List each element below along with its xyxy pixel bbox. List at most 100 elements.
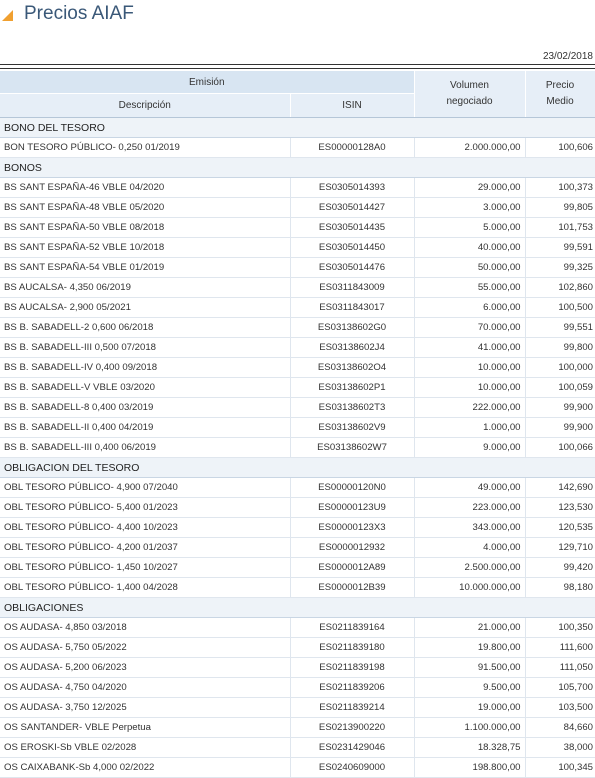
isin-cell: ES0305014450 xyxy=(290,237,415,258)
section-row: OBLIGACIONES xyxy=(0,597,595,618)
volume-cell: 19.000,00 xyxy=(414,697,526,718)
triangle-corner-icon xyxy=(2,10,13,21)
price-cell: 99,900 xyxy=(525,397,595,418)
volume-cell: 19.800,00 xyxy=(414,637,526,658)
description-cell: OS AUDASA- 4,850 03/2018 xyxy=(0,617,291,638)
price-cell: 103,500 xyxy=(525,697,595,718)
volume-cell: 40.000,00 xyxy=(414,237,526,258)
table-row: BS SANT ESPAÑA-48 VBLE 05/2020 ES03050144… xyxy=(0,197,595,218)
isin-cell: ES03138602V9 xyxy=(290,417,415,438)
volume-cell: 4.000,00 xyxy=(414,537,526,558)
table-row: OS AUDASA- 5,200 06/2023 ES0211839198 91.5… xyxy=(0,657,595,678)
table-row: OBL TESORO PÚBLICO- 4,900 07/2040 ES00000… xyxy=(0,477,595,498)
price-cell: 99,900 xyxy=(525,417,595,438)
description-cell: OBL TESORO PÚBLICO- 1,400 04/2028 xyxy=(0,577,291,598)
isin-cell: ES03138602O4 xyxy=(290,357,415,378)
price-cell: 120,535 xyxy=(525,517,595,538)
volume-cell: 50.000,00 xyxy=(414,257,526,278)
volume-cell: 21.000,00 xyxy=(414,617,526,638)
price-cell: 99,420 xyxy=(525,557,595,578)
volume-cell: 2.000.000,00 xyxy=(414,137,526,158)
isin-cell: ES0211839206 xyxy=(290,677,415,698)
isin-cell: ES0211839180 xyxy=(290,637,415,658)
isin-cell: ES0213900220 xyxy=(290,717,415,738)
table-row: BON TESORO PÚBLICO- 0,250 01/2019 ES00000… xyxy=(0,137,595,158)
table-row: OS AUDASA- 4,750 04/2020 ES0211839206 9.50… xyxy=(0,677,595,698)
price-cell: 100,373 xyxy=(525,177,595,198)
isin-cell: ES0211839164 xyxy=(290,617,415,638)
description-cell: OS SANTANDER- VBLE Perpetua xyxy=(0,717,291,738)
description-cell: BS B. SABADELL-8 0,400 03/2019 xyxy=(0,397,291,418)
description-cell: BS B. SABADELL-2 0,600 06/2018 xyxy=(0,317,291,338)
price-cell: 100,066 xyxy=(525,437,595,458)
table-row: BS SANT ESPAÑA-50 VBLE 08/2018 ES03050144… xyxy=(0,217,595,238)
precio-header-line2: Medio xyxy=(546,96,574,107)
table-row: BS AUCALSA- 4,350 06/2019 ES0311843009 55.… xyxy=(0,277,595,298)
description-cell: OBL TESORO PÚBLICO- 4,200 01/2037 xyxy=(0,537,291,558)
isin-cell: ES0211839198 xyxy=(290,657,415,678)
description-cell: BON TESORO PÚBLICO- 0,250 01/2019 xyxy=(0,137,291,158)
volume-cell: 343.000,00 xyxy=(414,517,526,538)
table-row: BS B. SABADELL-III 0,400 06/2019 ES031386… xyxy=(0,437,595,458)
volumen-header: Volumen negociado xyxy=(414,71,526,118)
description-cell: BS B. SABADELL-III 0,400 06/2019 xyxy=(0,437,291,458)
table-row: OBL TESORO PÚBLICO- 1,400 04/2028 ES00000… xyxy=(0,577,595,598)
price-cell: 129,710 xyxy=(525,537,595,558)
price-cell: 102,860 xyxy=(525,277,595,298)
volume-cell: 55.000,00 xyxy=(414,277,526,298)
volume-cell: 2.500.000,00 xyxy=(414,557,526,578)
isin-cell: ES0311843009 xyxy=(290,277,415,298)
table-row: OS AUDASA- 5,750 05/2022 ES0211839180 19.8… xyxy=(0,637,595,658)
price-cell: 111,050 xyxy=(525,657,595,678)
isin-cell: ES00000123X3 xyxy=(290,517,415,538)
price-cell: 123,530 xyxy=(525,497,595,518)
volume-cell: 29.000,00 xyxy=(414,177,526,198)
report-date: 23/02/2018 xyxy=(0,51,595,62)
description-cell: BS SANT ESPAÑA-46 VBLE 04/2020 xyxy=(0,177,291,198)
table-body: BONO DEL TESORO BON TESORO PÚBLICO- 0,250… xyxy=(0,117,595,778)
description-cell: BS SANT ESPAÑA-52 VBLE 10/2018 xyxy=(0,237,291,258)
description-cell: BS B. SABADELL-II 0,400 04/2019 xyxy=(0,417,291,438)
volume-cell: 10.000.000,00 xyxy=(414,577,526,598)
table-row: BS B. SABADELL-IV 0,400 09/2018 ES0313860… xyxy=(0,357,595,378)
isin-cell: ES03138602T3 xyxy=(290,397,415,418)
table-row: BS B. SABADELL-III 0,500 07/2018 ES031386… xyxy=(0,337,595,358)
prices-table: Emisión Volumen negociado Precio Medio D… xyxy=(0,71,595,778)
description-cell: OS AUDASA- 3,750 12/2025 xyxy=(0,697,291,718)
volume-cell: 3.000,00 xyxy=(414,197,526,218)
table-header: Emisión Volumen negociado Precio Medio D… xyxy=(0,71,595,118)
description-cell: OS CAIXABANK-Sb 4,000 02/2022 xyxy=(0,757,291,778)
header-rule xyxy=(0,64,595,69)
price-cell: 98,180 xyxy=(525,577,595,598)
page-title: Precios AIAF xyxy=(24,3,134,24)
volumen-header-line2: negociado xyxy=(446,96,493,107)
isin-cell: ES0305014435 xyxy=(290,217,415,238)
volume-cell: 41.000,00 xyxy=(414,337,526,358)
volumen-header-line1: Volumen xyxy=(450,80,489,91)
description-cell: OBL TESORO PÚBLICO- 1,450 10/2027 xyxy=(0,557,291,578)
price-cell: 111,600 xyxy=(525,637,595,658)
description-cell: BS B. SABADELL-V VBLE 03/2020 xyxy=(0,377,291,398)
volume-cell: 223.000,00 xyxy=(414,497,526,518)
price-cell: 84,660 xyxy=(525,717,595,738)
table-row: OS AUDASA- 3,750 12/2025 ES0211839214 19.0… xyxy=(0,697,595,718)
description-cell: BS SANT ESPAÑA-54 VBLE 01/2019 xyxy=(0,257,291,278)
table-row: BS B. SABADELL-8 0,400 03/2019 ES03138602… xyxy=(0,397,595,418)
section-title: OBLIGACIONES xyxy=(0,597,595,618)
table-row: BS SANT ESPAÑA-52 VBLE 10/2018 ES03050144… xyxy=(0,237,595,258)
description-cell: BS AUCALSA- 4,350 06/2019 xyxy=(0,277,291,298)
price-cell: 100,500 xyxy=(525,297,595,318)
table-row: BS B. SABADELL-II 0,400 04/2019 ES0313860… xyxy=(0,417,595,438)
volume-cell: 49.000,00 xyxy=(414,477,526,498)
price-cell: 100,059 xyxy=(525,377,595,398)
isin-cell: ES00000123U9 xyxy=(290,497,415,518)
description-cell: BS B. SABADELL-III 0,500 07/2018 xyxy=(0,337,291,358)
description-cell: OS AUDASA- 5,750 05/2022 xyxy=(0,637,291,658)
volume-cell: 10.000,00 xyxy=(414,377,526,398)
isin-cell: ES0305014427 xyxy=(290,197,415,218)
table-row: OBL TESORO PÚBLICO- 1,450 10/2027 ES00000… xyxy=(0,557,595,578)
volume-cell: 9.500,00 xyxy=(414,677,526,698)
price-cell: 142,690 xyxy=(525,477,595,498)
table-row: OS AUDASA- 4,850 03/2018 ES0211839164 21.0… xyxy=(0,617,595,638)
section-row: BONO DEL TESORO xyxy=(0,117,595,138)
